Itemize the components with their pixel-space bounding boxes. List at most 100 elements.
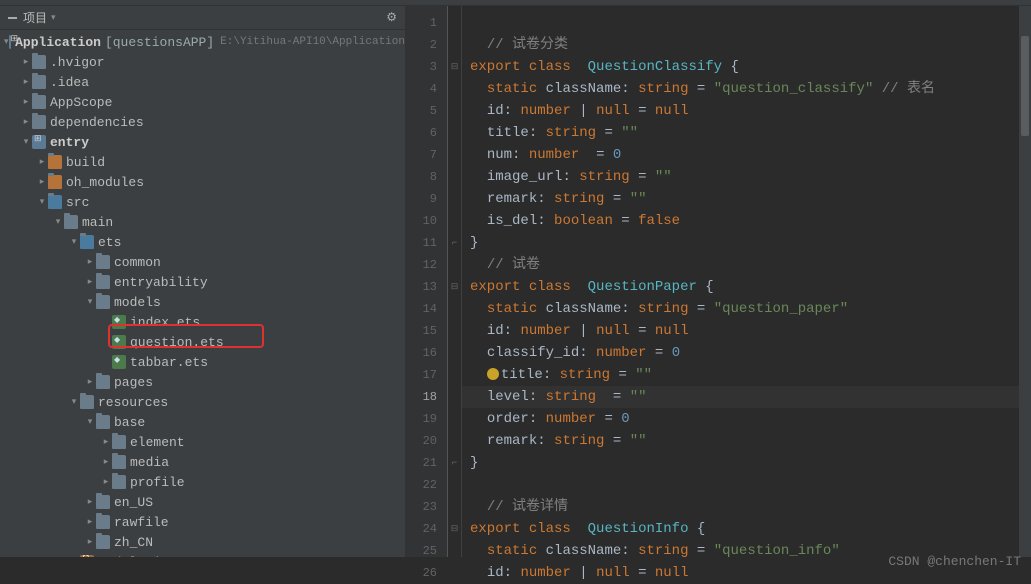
code-line[interactable]: title: string = "": [462, 122, 1031, 144]
scroll-thumb[interactable]: [1021, 36, 1029, 136]
fold-marker[interactable]: [448, 34, 461, 56]
tree-root[interactable]: ▾ Application [questionsAPP] E:\Yitihua-…: [0, 32, 405, 52]
chevron-icon[interactable]: ▸: [20, 57, 32, 67]
chevron-icon[interactable]: ▸: [20, 77, 32, 87]
tree-item[interactable]: ▸media: [0, 452, 405, 472]
chevron-icon[interactable]: ▸: [84, 257, 96, 267]
chevron-icon[interactable]: ▾: [84, 417, 96, 427]
tree-item[interactable]: ▸oh_modules: [0, 172, 405, 192]
tree-item[interactable]: ▸entryability: [0, 272, 405, 292]
code-line[interactable]: // 试卷分类: [462, 34, 1031, 56]
chevron-icon[interactable]: ▾: [52, 217, 64, 227]
fold-marker[interactable]: [448, 386, 461, 408]
tree-item[interactable]: ▾ets: [0, 232, 405, 252]
tree-item[interactable]: ▸common: [0, 252, 405, 272]
tree-item[interactable]: ▾main: [0, 212, 405, 232]
tree-item[interactable]: ▾src: [0, 192, 405, 212]
fold-marker[interactable]: ⊟: [448, 56, 461, 78]
code-line[interactable]: // 试卷详情: [462, 496, 1031, 518]
fold-marker[interactable]: [448, 430, 461, 452]
chevron-icon[interactable]: ▸: [100, 477, 112, 487]
project-header[interactable]: 项目 ▾ ⚙: [0, 6, 405, 30]
fold-marker[interactable]: [448, 12, 461, 34]
tree-item[interactable]: ▸rawfile: [0, 512, 405, 532]
fold-marker[interactable]: [448, 320, 461, 342]
code-line[interactable]: }: [462, 452, 1031, 474]
tree-item[interactable]: ▾base: [0, 412, 405, 432]
tree-item[interactable]: ▾entry: [0, 132, 405, 152]
code-line[interactable]: image_url: string = "": [462, 166, 1031, 188]
code-line[interactable]: level: string = "": [462, 386, 1031, 408]
fold-marker[interactable]: [448, 144, 461, 166]
tree-item[interactable]: ▸.idea: [0, 72, 405, 92]
fold-marker[interactable]: [448, 210, 461, 232]
code-line[interactable]: static className: string = "question_pap…: [462, 298, 1031, 320]
code-line[interactable]: classify_id: number = 0: [462, 342, 1031, 364]
fold-marker[interactable]: [448, 78, 461, 100]
tree-item[interactable]: ▸AppScope: [0, 92, 405, 112]
fold-marker[interactable]: [448, 298, 461, 320]
minimize-icon[interactable]: [8, 17, 17, 19]
fold-marker[interactable]: ⊟: [448, 518, 461, 540]
code-line[interactable]: export class QuestionInfo {: [462, 518, 1031, 540]
fold-marker[interactable]: [448, 254, 461, 276]
chevron-icon[interactable]: ▾: [84, 297, 96, 307]
tree-item[interactable]: ▾models: [0, 292, 405, 312]
chevron-icon[interactable]: ▸: [84, 537, 96, 547]
tree-item[interactable]: module.json5: [0, 552, 405, 557]
fold-marker[interactable]: [448, 496, 461, 518]
fold-marker[interactable]: ⊟: [448, 276, 461, 298]
code-line[interactable]: static className: string = "question_cla…: [462, 78, 1031, 100]
tree-item[interactable]: ▸en_US: [0, 492, 405, 512]
fold-marker[interactable]: [448, 408, 461, 430]
code-line[interactable]: is_del: boolean = false: [462, 210, 1031, 232]
code-line[interactable]: [462, 474, 1031, 496]
chevron-icon[interactable]: ▸: [20, 117, 32, 127]
code-line[interactable]: remark: string = "": [462, 430, 1031, 452]
tree-item[interactable]: ▸profile: [0, 472, 405, 492]
chevron-icon[interactable]: ▾: [36, 197, 48, 207]
tree-item[interactable]: ▸element: [0, 432, 405, 452]
chevron-icon[interactable]: ▸: [84, 517, 96, 527]
code-line[interactable]: [462, 12, 1031, 34]
fold-marker[interactable]: ⌐: [448, 452, 461, 474]
code-line[interactable]: num: number = 0: [462, 144, 1031, 166]
chevron-icon[interactable]: ▾: [20, 137, 32, 147]
fold-marker[interactable]: [448, 562, 461, 584]
fold-marker[interactable]: [448, 342, 461, 364]
code-line[interactable]: }: [462, 232, 1031, 254]
chevron-icon[interactable]: ▸: [36, 177, 48, 187]
chevron-icon[interactable]: ▸: [84, 277, 96, 287]
chevron-icon[interactable]: ▸: [20, 97, 32, 107]
tree-item[interactable]: tabbar.ets: [0, 352, 405, 372]
code-line[interactable]: // 试卷: [462, 254, 1031, 276]
fold-marker[interactable]: [448, 540, 461, 562]
tree-item[interactable]: question.ets: [0, 332, 405, 352]
fold-marker[interactable]: [448, 188, 461, 210]
code-line[interactable]: title: string = "": [462, 364, 1031, 386]
tree-item[interactable]: ▾resources: [0, 392, 405, 412]
code-line[interactable]: remark: string = "": [462, 188, 1031, 210]
scrollbar[interactable]: [1019, 6, 1031, 557]
code-line[interactable]: export class QuestionClassify {: [462, 56, 1031, 78]
tree-item[interactable]: ▸zh_CN: [0, 532, 405, 552]
tree-item[interactable]: ▸pages: [0, 372, 405, 392]
code-line[interactable]: id: number | null = null: [462, 100, 1031, 122]
tree-item[interactable]: ▸dependencies: [0, 112, 405, 132]
code-editor[interactable]: // 试卷分类export class QuestionClassify { s…: [462, 6, 1031, 557]
code-line[interactable]: id: number | null = null: [462, 320, 1031, 342]
chevron-icon[interactable]: ▸: [84, 497, 96, 507]
fold-marker[interactable]: ⌐: [448, 232, 461, 254]
chevron-down-icon[interactable]: ▾: [4, 37, 9, 47]
chevron-icon[interactable]: ▸: [84, 377, 96, 387]
chevron-icon[interactable]: ▸: [36, 157, 48, 167]
tree-item[interactable]: ▸build: [0, 152, 405, 172]
chevron-icon[interactable]: ▸: [100, 457, 112, 467]
fold-marker[interactable]: [448, 166, 461, 188]
fold-marker[interactable]: [448, 474, 461, 496]
fold-marker[interactable]: [448, 364, 461, 386]
chevron-icon[interactable]: ▾: [68, 397, 80, 407]
code-line[interactable]: order: number = 0: [462, 408, 1031, 430]
bulb-icon[interactable]: [487, 368, 499, 380]
code-line[interactable]: export class QuestionPaper {: [462, 276, 1031, 298]
